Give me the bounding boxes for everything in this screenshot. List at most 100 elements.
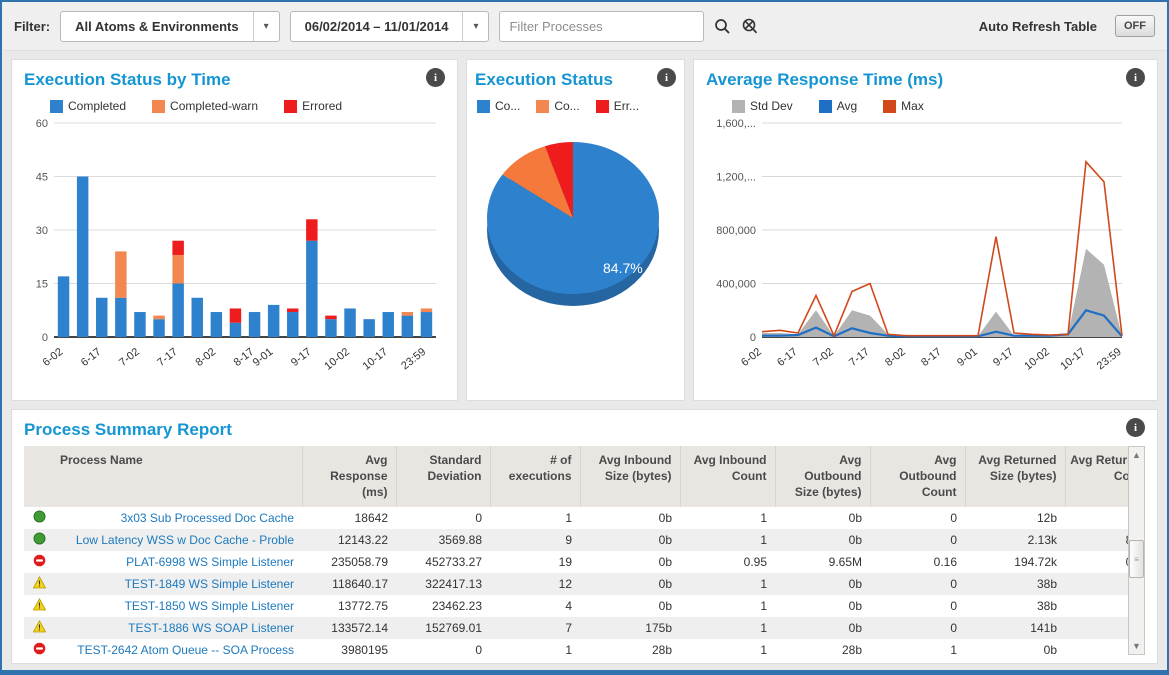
table-cell: 13772.75 xyxy=(302,595,396,617)
legend-label: Std Dev xyxy=(750,99,793,113)
table-row: !TEST-1849 WS Simple Listener118640.1732… xyxy=(24,573,1145,595)
panel-title: Execution Status xyxy=(475,68,613,90)
legend-swatch-icon xyxy=(536,100,549,113)
panel-title: Process Summary Report xyxy=(24,418,232,440)
scroll-up-icon[interactable]: ▲ xyxy=(1129,447,1144,463)
status-ok-icon xyxy=(33,532,46,545)
table-cell: 118640.17 xyxy=(302,573,396,595)
table-cell: 18642 xyxy=(302,507,396,529)
table-cell: 12143.22 xyxy=(302,529,396,551)
table-cell: 9 xyxy=(490,529,580,551)
table-cell: 0b xyxy=(775,573,870,595)
table-cell: 0.95 xyxy=(680,551,775,573)
column-header[interactable]: Avg Response (ms) xyxy=(302,446,396,507)
legend-swatch-icon xyxy=(284,100,297,113)
table-row: ! TEST-1850 WS Simple Listener 13772.75234… xyxy=(24,595,1145,617)
table-row: !TEST-1886 WS SOAP Listener133572.141527… xyxy=(24,617,1145,639)
process-name-link[interactable]: PLAT-6998 WS Simple Listener xyxy=(126,555,294,569)
svg-text:30: 30 xyxy=(36,225,48,237)
clear-search-icon[interactable] xyxy=(741,18,759,35)
filter-label: Filter: xyxy=(14,19,50,34)
legend-item: Completed xyxy=(50,99,126,113)
legend-item: Avg xyxy=(819,99,857,113)
status-cell: ! xyxy=(24,617,54,639)
column-header-status xyxy=(24,446,54,507)
process-name-link[interactable]: TEST-1886 WS SOAP Listener xyxy=(128,621,294,635)
status-cell xyxy=(24,529,54,551)
column-header[interactable]: Avg Inbound Count xyxy=(680,446,775,507)
table-cell: 0b xyxy=(580,507,680,529)
search-icon[interactable] xyxy=(714,18,731,35)
info-icon[interactable]: i xyxy=(426,68,445,87)
svg-text:!: ! xyxy=(38,623,41,632)
execution-status-panel: Execution Status i Co...Co...Err... 84.7… xyxy=(466,59,685,401)
legend-item: Max xyxy=(883,99,924,113)
date-range-value: 06/02/2014 – 11/01/2014 xyxy=(291,19,463,34)
status-error-icon xyxy=(33,642,46,655)
execution-status-by-time-chart: 0153045606-026-177-027-178-028-179-019-1… xyxy=(24,113,444,381)
legend-label: Completed-warn xyxy=(170,99,258,113)
table-row: PLAT-6998 WS Simple Listener235058.79452… xyxy=(24,551,1145,573)
process-name-link[interactable]: Low Latency WSS w Doc Cache - Proble xyxy=(76,533,294,547)
table-cell: 0b xyxy=(775,529,870,551)
column-header[interactable]: Avg Outbound Size (bytes) xyxy=(775,446,870,507)
column-header[interactable]: Avg Inbound Size (bytes) xyxy=(580,446,680,507)
table-scrollbar[interactable]: ▲ ≡ ▼ xyxy=(1128,446,1145,655)
status-warn-icon: ! xyxy=(33,598,46,611)
status-warn-icon: ! xyxy=(33,620,46,633)
table-cell: 1 xyxy=(490,639,580,655)
table-cell: 28b xyxy=(580,639,680,655)
svg-text:10-02: 10-02 xyxy=(322,346,352,373)
table-cell: 1 xyxy=(680,573,775,595)
svg-text:!: ! xyxy=(38,579,41,588)
column-header[interactable]: Process Name xyxy=(54,446,302,507)
legend-item: Co... xyxy=(477,99,520,113)
table-cell: 0.16 xyxy=(870,551,965,573)
svg-text:9-17: 9-17 xyxy=(991,346,1016,369)
column-header[interactable]: Avg Returned Size (bytes) xyxy=(965,446,1065,507)
process-name-link[interactable]: 3x03 Sub Processed Doc Cache xyxy=(121,511,294,525)
table-cell: 1 xyxy=(490,507,580,529)
atoms-environments-value: All Atoms & Environments xyxy=(61,19,252,34)
auto-refresh-toggle[interactable]: OFF xyxy=(1115,15,1155,37)
info-icon[interactable]: i xyxy=(1126,68,1145,87)
process-name-link[interactable]: TEST-1849 WS Simple Listener xyxy=(125,577,294,591)
table-cell: 1 xyxy=(680,507,775,529)
table-cell: 23462.23 xyxy=(396,595,490,617)
panel-title: Average Response Time (ms) xyxy=(706,68,943,90)
date-range-dropdown[interactable]: 06/02/2014 – 11/01/2014 ▾ xyxy=(290,11,490,42)
process-summary-table-wrap: Process NameAvg Response (ms)Standard De… xyxy=(24,446,1145,655)
table-cell: 452733.27 xyxy=(396,551,490,573)
svg-text:8-02: 8-02 xyxy=(193,346,218,369)
table-cell: 0b xyxy=(580,595,680,617)
scroll-down-icon[interactable]: ▼ xyxy=(1129,638,1144,654)
svg-text:45: 45 xyxy=(36,172,48,184)
process-name-link[interactable]: TEST-2642 Atom Queue -- SOA Process xyxy=(77,643,294,655)
legend-item: Errored xyxy=(284,99,342,113)
legend-label: Co... xyxy=(554,99,579,113)
table-cell: 1 xyxy=(680,529,775,551)
table-cell: 0b xyxy=(580,573,680,595)
legend-item: Completed-warn xyxy=(152,99,258,113)
svg-text:1,600,...: 1,600,... xyxy=(716,118,756,130)
info-icon[interactable]: i xyxy=(657,68,676,87)
column-header[interactable]: # of executions xyxy=(490,446,580,507)
scrollbar-track[interactable]: ≡ xyxy=(1129,463,1144,638)
svg-text:23:59: 23:59 xyxy=(399,346,428,372)
line-chart-legend: Std Dev Avg Max xyxy=(732,99,1145,113)
filter-processes-input[interactable] xyxy=(499,11,704,42)
column-header[interactable]: Standard Deviation xyxy=(396,446,490,507)
process-name-link[interactable]: TEST-1850 WS Simple Listener xyxy=(125,599,294,613)
chevron-down-icon: ▾ xyxy=(253,12,279,41)
scrollbar-thumb[interactable]: ≡ xyxy=(1129,540,1144,578)
column-header[interactable]: Avg Outbound Count xyxy=(870,446,965,507)
info-icon[interactable]: i xyxy=(1126,418,1145,437)
table-cell: 0b xyxy=(775,595,870,617)
pie-percentage-label: 84.7% xyxy=(603,260,643,276)
legend-label: Max xyxy=(901,99,924,113)
table-cell: 0 xyxy=(870,573,965,595)
svg-text:15: 15 xyxy=(36,279,48,291)
table-cell: 0b xyxy=(775,507,870,529)
legend-label: Avg xyxy=(837,99,857,113)
atoms-environments-dropdown[interactable]: All Atoms & Environments ▾ xyxy=(60,11,279,42)
